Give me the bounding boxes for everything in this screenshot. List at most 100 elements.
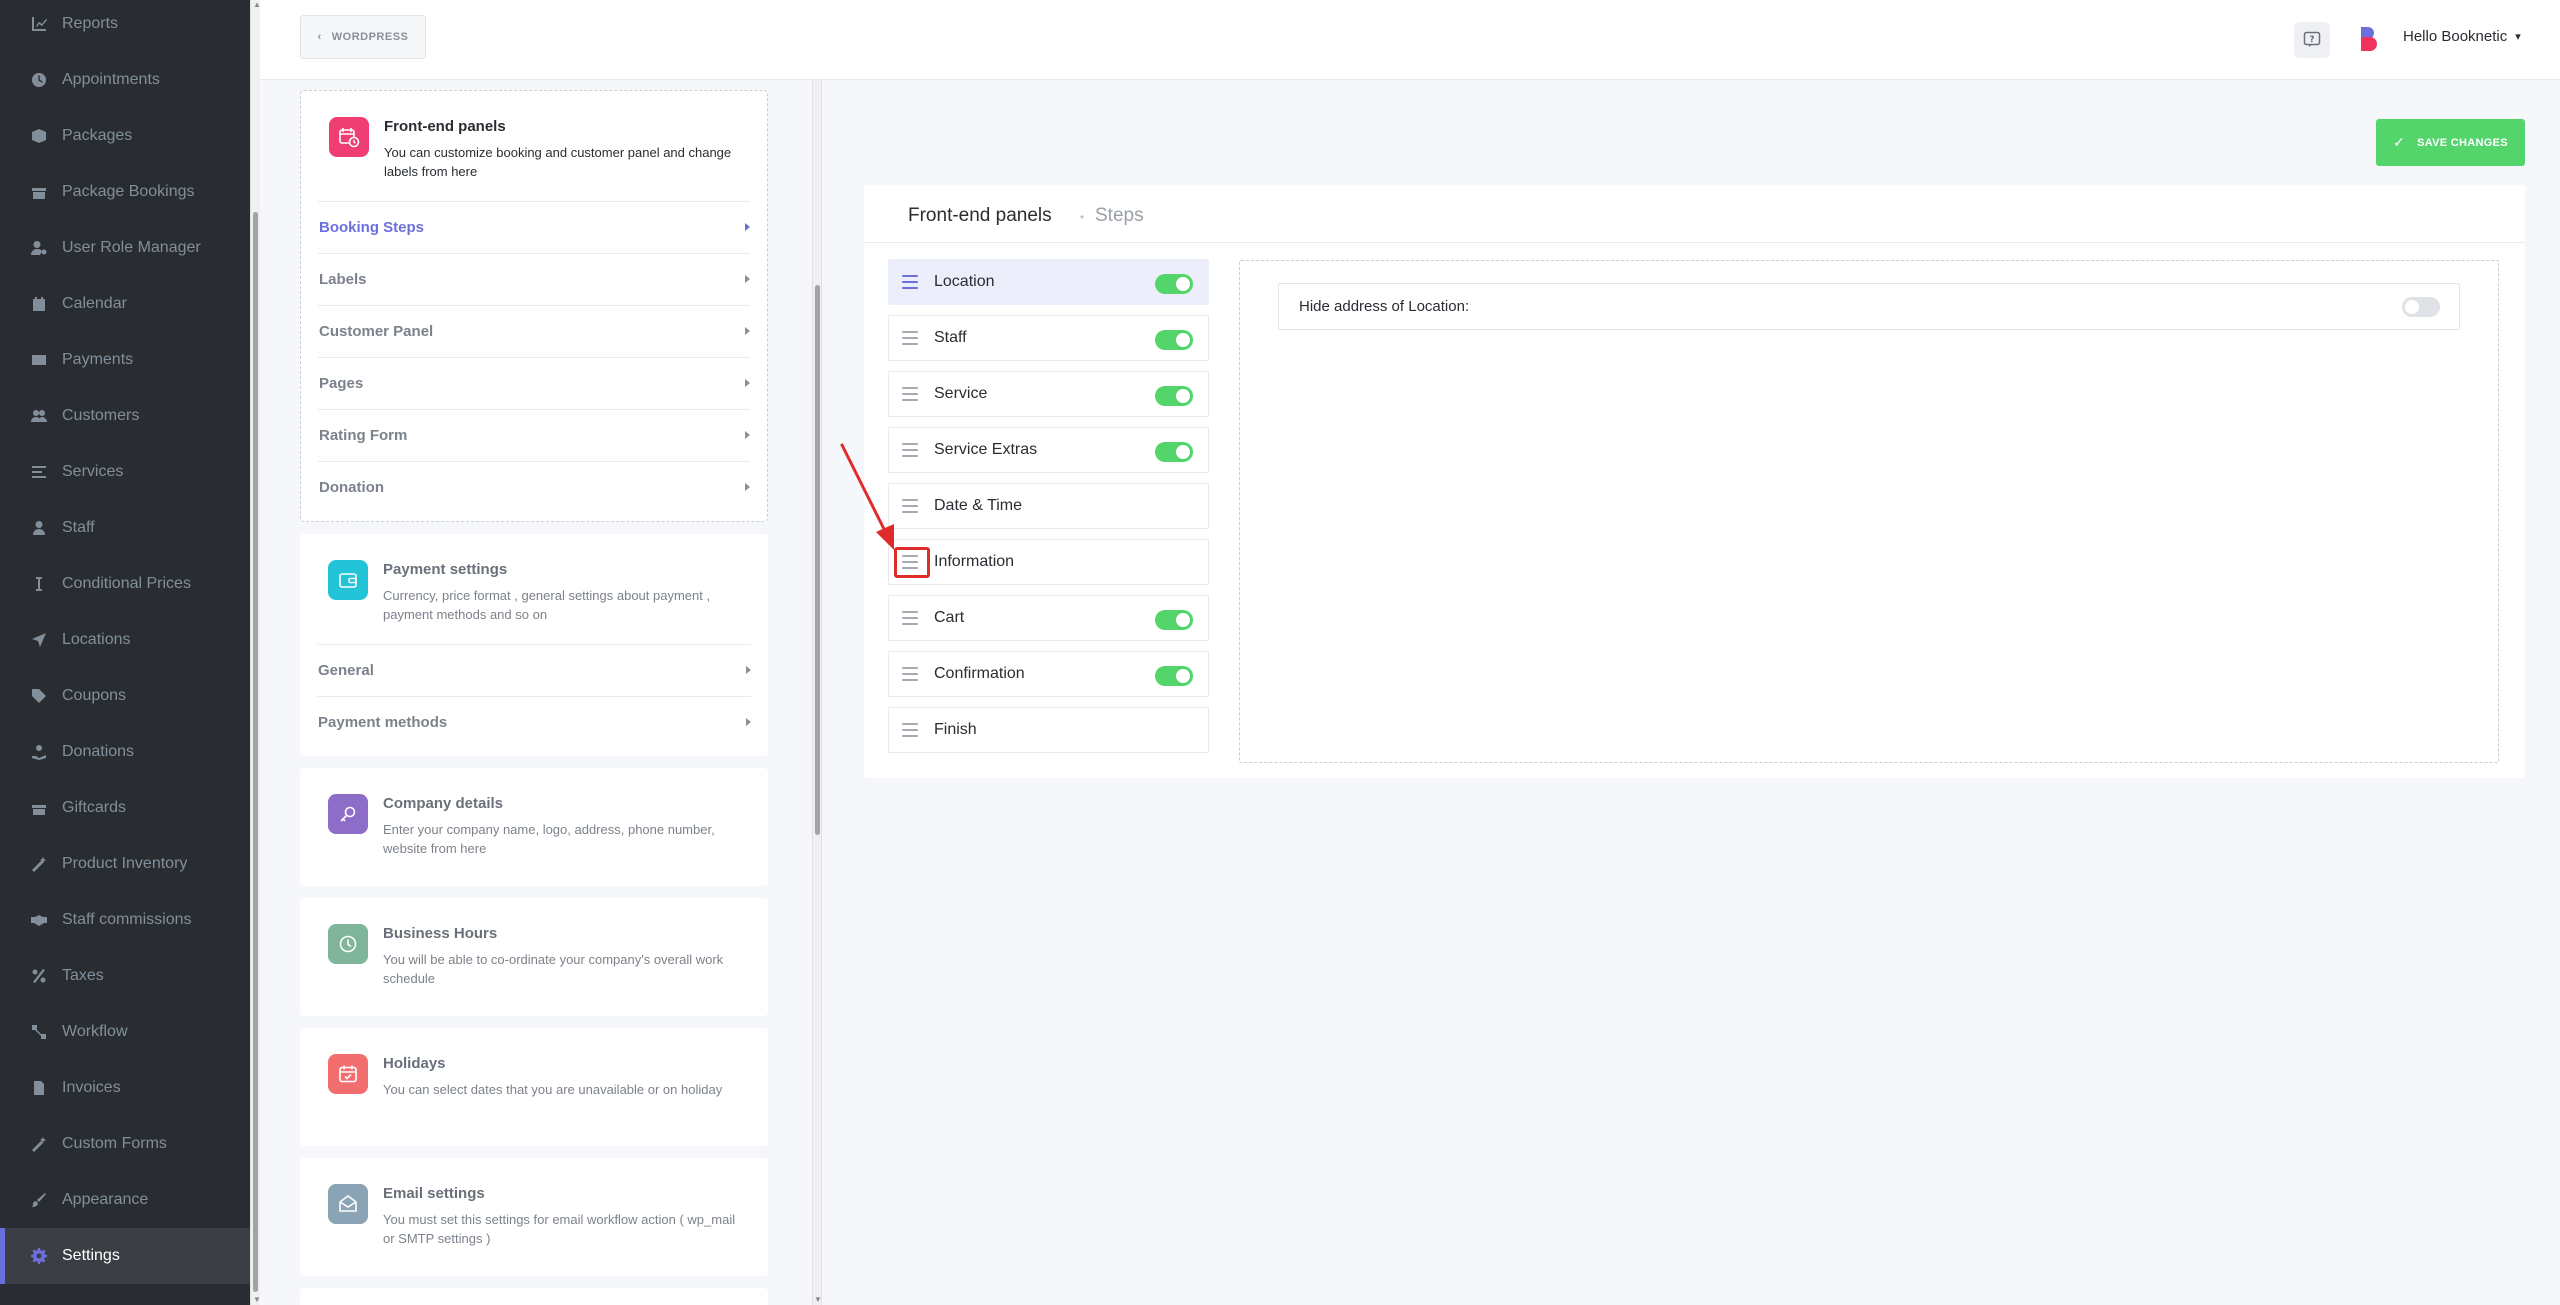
help-icon: ? [2303,31,2321,47]
sidebar-scrollbar[interactable]: ▲ ▼ [250,0,261,1305]
step-staff[interactable]: Staff [888,315,1209,361]
email-settings-card[interactable]: Email settings You must set this setting… [300,1158,768,1276]
drag-handle-icon[interactable] [902,331,918,345]
sidebar-item-calendar[interactable]: Calendar [0,276,250,332]
drag-handle-icon[interactable] [902,499,918,513]
scrollbar-thumb[interactable] [815,285,820,835]
submenu-donation[interactable]: Donation [318,461,750,513]
percent-icon [30,967,48,985]
user-greeting: Hello Booknetic [2403,28,2508,45]
drag-handle-icon[interactable] [902,387,918,401]
sidebar-item-label: Calendar [62,295,127,312]
step-toggle[interactable] [1155,386,1193,406]
step-toggle[interactable] [1155,330,1193,350]
gift-icon [30,799,48,817]
panel-title: Front-end panels [908,205,1052,226]
payment-settings-card[interactable]: Payment settings Currency, price format … [300,534,768,756]
sidebar-item-label: Invoices [62,1079,121,1096]
clock-icon [328,924,368,964]
step-label: Confirmation [934,665,1025,682]
sidebar-item-appointments[interactable]: Appointments [0,52,250,108]
user-cog-icon [30,239,48,257]
business-hours-card[interactable]: Business Hours You will be able to co-or… [300,898,768,1016]
sidebar-item-payments[interactable]: Payments [0,332,250,388]
caret-right-icon [745,327,750,335]
scrollbar-thumb[interactable] [253,212,258,1292]
users-icon [30,407,48,425]
sidebar-item-label: Packages [62,127,133,144]
sidebar-item-appearance[interactable]: Appearance [0,1172,250,1228]
card-title: Company details [383,795,504,812]
step-date-time[interactable]: Date & Time [888,483,1209,529]
submenu-customer-panel[interactable]: Customer Panel [318,305,750,357]
step-label: Finish [934,721,977,738]
sidebar-item-donations[interactable]: Donations [0,724,250,780]
back-to-wordpress-button[interactable]: ‹ WORDPRESS [300,15,426,59]
submenu-rating-form[interactable]: Rating Form [318,409,750,461]
scroll-down-arrow-icon[interactable]: ▼ [253,1296,261,1304]
sidebar-item-services[interactable]: Services [0,444,250,500]
submenu-pages[interactable]: Pages [318,357,750,409]
submenu-booking-steps[interactable]: Booking Steps [318,201,750,253]
help-button[interactable]: ? [2294,22,2330,58]
sidebar-item-conditional-prices[interactable]: Conditional Prices [0,556,250,612]
step-confirmation[interactable]: Confirmation [888,651,1209,697]
holidays-card[interactable]: Holidays You can select dates that you a… [300,1028,768,1146]
settings-scrollbar[interactable]: ▼ [812,80,822,1305]
drag-handle-icon[interactable] [902,611,918,625]
drag-handle-icon[interactable] [902,275,918,289]
calendar-check-icon [328,1054,368,1094]
sidebar-item-label: Payments [62,351,134,368]
drag-handle-icon[interactable] [902,723,918,737]
sidebar-item-user-role-manager[interactable]: User Role Manager [0,220,250,276]
sidebar-item-packages[interactable]: Packages [0,108,250,164]
company-details-card[interactable]: Company details Enter your company name,… [300,768,768,886]
step-cart[interactable]: Cart [888,595,1209,641]
sidebar-item-customers[interactable]: Customers [0,388,250,444]
submenu-label: Donation [319,479,384,496]
save-changes-label: SAVE CHANGES [2417,136,2508,149]
sidebar-item-reports[interactable]: Reports [0,0,250,52]
user-menu-dropdown[interactable]: Hello Booknetic ▾ [2403,28,2521,45]
step-finish[interactable]: Finish [888,707,1209,753]
sidebar-item-taxes[interactable]: Taxes [0,948,250,1004]
step-location[interactable]: Location [888,259,1209,305]
sidebar-item-label: Product Inventory [62,855,188,872]
gear-icon [30,1247,48,1265]
sidebar-item-workflow[interactable]: Workflow [0,1004,250,1060]
sidebar: Reports Appointments Packages Package Bo… [0,0,250,1305]
step-service-extras[interactable]: Service Extras [888,427,1209,473]
workflow-icon [30,1023,48,1041]
sidebar-item-label: Taxes [62,967,104,984]
step-information[interactable]: Information [888,539,1209,585]
sidebar-item-invoices[interactable]: Invoices [0,1060,250,1116]
sidebar-item-staff[interactable]: Staff [0,500,250,556]
drag-handle-icon[interactable] [902,667,918,681]
submenu-general[interactable]: General [317,644,751,696]
step-service[interactable]: Service [888,371,1209,417]
sidebar-item-label: Appointments [62,71,160,88]
sidebar-item-label: Reports [62,15,119,32]
step-toggle[interactable] [1155,610,1193,630]
scroll-down-arrow-icon[interactable]: ▼ [814,1296,822,1304]
sidebar-item-package-bookings[interactable]: Package Bookings [0,164,250,220]
sidebar-item-staff-commissions[interactable]: Staff commissions [0,892,250,948]
submenu-labels[interactable]: Labels [318,253,750,305]
sidebar-item-settings[interactable]: Settings [0,1228,250,1284]
magic-icon [30,1135,48,1153]
hide-address-toggle[interactable] [2402,297,2440,317]
handshake-icon [30,911,48,929]
panel-subtitle: Steps [1095,205,1144,226]
submenu-payment-methods[interactable]: Payment methods [317,696,751,748]
sidebar-item-coupons[interactable]: Coupons [0,668,250,724]
step-toggle[interactable] [1155,442,1193,462]
sidebar-item-product-inventory[interactable]: Product Inventory [0,836,250,892]
sidebar-item-custom-forms[interactable]: Custom Forms [0,1116,250,1172]
sidebar-item-giftcards[interactable]: Giftcards [0,780,250,836]
next-settings-card[interactable] [300,1288,768,1305]
step-toggle[interactable] [1155,666,1193,686]
step-toggle[interactable] [1155,274,1193,294]
sidebar-item-locations[interactable]: Locations [0,612,250,668]
save-changes-button[interactable]: ✓ SAVE CHANGES [2376,119,2525,166]
drag-handle-icon[interactable] [902,443,918,457]
